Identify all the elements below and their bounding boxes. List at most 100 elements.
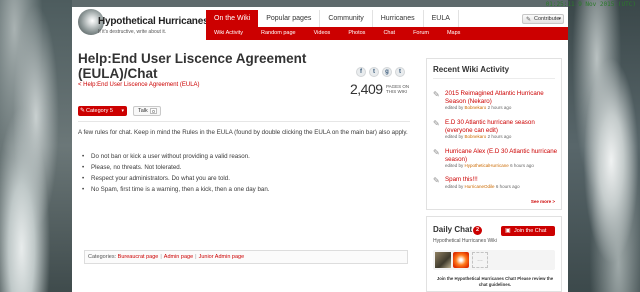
wiki-nav-tabs: On the Wiki Popular pages Community Hurr…	[206, 10, 459, 27]
activity-link[interactable]: E.D 30 Atlantic hurricane season (everyo…	[445, 119, 559, 134]
bullet-icon: •	[82, 175, 85, 182]
category-link-junior-admin[interactable]: Junior Admin page	[199, 254, 245, 260]
activity-time: 2 hours ago	[487, 134, 512, 139]
subnav-chat[interactable]: Chat	[374, 27, 404, 40]
activity-link[interactable]: 2015 Reimagined Atlantic Hurricane Seaso…	[445, 90, 559, 105]
daily-chat-title: Daily Chat	[433, 225, 473, 234]
edit-icon: ✎	[433, 90, 440, 99]
activity-meta: edited by Bobnekaro 2 hours ago	[445, 134, 559, 140]
list-item: • Do not ban or kick a user without provi…	[82, 152, 412, 161]
page-title: Help:End User Liscence Agreement (EULA)/…	[78, 51, 307, 81]
wiki-subnav: Wiki Activity Random page Videos Photos …	[206, 27, 568, 40]
background-left	[0, 0, 72, 292]
join-chat-button[interactable]: ▣ Join the Chat	[501, 226, 555, 236]
tumblr-icon[interactable]: t	[395, 67, 405, 77]
subnav-videos[interactable]: Videos	[305, 27, 340, 40]
activity-user[interactable]: Bobnekaro	[465, 105, 487, 110]
chat-user-count-badge: 2	[473, 226, 482, 235]
edit-icon: ✎	[433, 119, 440, 128]
activity-user[interactable]: HypotheticalHurricane	[465, 163, 509, 168]
join-chat-label: Join the Chat	[514, 228, 547, 234]
chat-bubble-icon: ▣	[505, 228, 511, 234]
module-divider	[433, 78, 555, 79]
category-link-bureaucrat[interactable]: Bureaucrat page	[118, 254, 159, 260]
talk-count-badge: 0	[150, 108, 157, 114]
intro-paragraph: A few rules for chat. Keep in mind the R…	[78, 129, 408, 136]
edit-icon: ✎	[433, 148, 440, 157]
tab-on-the-wiki[interactable]: On the Wiki	[206, 10, 259, 27]
category-button[interactable]: ✎ Category 5 ▾	[78, 106, 127, 116]
category-button-label: Category 5	[86, 108, 113, 114]
category-link-admin[interactable]: Admin page	[164, 254, 193, 260]
rule-text: Do not ban or kick a user without provid…	[91, 153, 250, 160]
activity-meta: edited by Bobnekaro 2 hours ago	[445, 105, 559, 111]
google-plus-icon[interactable]: g	[382, 67, 392, 77]
avatar[interactable]	[453, 252, 469, 268]
list-item: • Please, no threats. Not tolerated.	[82, 163, 412, 172]
tab-hurricanes[interactable]: Hurricanes	[373, 10, 424, 27]
edit-icon: ✎	[433, 176, 440, 185]
more-users-icon: …	[472, 252, 488, 268]
subnav-photos[interactable]: Photos	[339, 27, 374, 40]
page-count-label: PAGES ON THIS WIKI	[386, 84, 410, 94]
page-counter: 2,409 PAGES ON THIS WIKI	[348, 81, 410, 97]
categories-label: Categories:	[88, 254, 117, 260]
rule-text: Please, no threats. Not tolerated.	[91, 164, 182, 171]
talk-button[interactable]: Talk 0	[133, 106, 161, 116]
bullet-icon: •	[82, 186, 85, 193]
activity-prefix: edited by	[445, 163, 464, 168]
wiki-wordmark[interactable]: Hypothetical Hurricanes If it's destruct…	[78, 9, 209, 39]
activity-item: ✎ E.D 30 Atlantic hurricane season (ever…	[433, 119, 559, 140]
subnav-forum[interactable]: Forum	[404, 27, 438, 40]
twitter-icon[interactable]: t	[369, 67, 379, 77]
page-count-number: 2,409	[350, 81, 383, 97]
background-right	[568, 0, 640, 292]
talk-button-label: Talk	[138, 108, 148, 114]
bullet-icon: •	[82, 164, 85, 171]
recent-activity-module: Recent Wiki Activity ✎ 2015 Reimagined A…	[426, 58, 562, 210]
chevron-down-icon: ▾	[558, 16, 561, 22]
category-separator: |	[195, 254, 197, 260]
activity-prefix: edited by	[445, 183, 464, 189]
breadcrumb[interactable]: < Help:End User Liscence Agreement (EULA…	[78, 82, 200, 88]
list-item: • No Spam, first time is a warning, then …	[82, 185, 412, 194]
subnav-random-page[interactable]: Random page	[252, 27, 305, 40]
facebook-icon[interactable]: f	[356, 67, 366, 77]
activity-item: ✎ 2015 Reimagined Atlantic Hurricane Sea…	[433, 90, 559, 111]
activity-link[interactable]: Hurricane Alex (E.D 30 Atlantic hurrican…	[445, 148, 559, 163]
chat-wiki-name: Hypothetical Hurricanes Wiki	[433, 238, 497, 244]
activity-meta: edited by HypotheticalHurricane 6 hours …	[445, 163, 559, 169]
chevron-down-icon: ▾	[121, 108, 124, 114]
activity-prefix: edited by	[445, 134, 464, 139]
wiki-tagline: If it's destructive, write about it.	[98, 29, 167, 35]
activity-item: ✎ Hurricane Alex (E.D 30 Atlantic hurric…	[433, 148, 559, 169]
recent-activity-title: Recent Wiki Activity	[433, 65, 510, 74]
activity-time: 6 hours ago	[495, 183, 520, 189]
rule-text: No Spam, first time is a warning, then a…	[91, 186, 270, 193]
tab-eula[interactable]: EULA	[424, 10, 459, 27]
activity-time: 6 hours ago	[510, 163, 534, 168]
contribute-label: Contribute	[534, 16, 560, 22]
activity-time: 2 hours ago	[487, 105, 512, 110]
activity-link[interactable]: Spam this!!!	[445, 176, 559, 184]
avatar[interactable]	[435, 252, 451, 268]
rule-text: Respect your administrators. Do what you…	[91, 175, 230, 182]
see-more-link[interactable]: See more >	[531, 199, 555, 204]
chat-rules-list: • Do not ban or kick a user without provi…	[82, 152, 412, 196]
wiki-page: Hypothetical Hurricanes If it's destruct…	[72, 7, 568, 292]
wiki-title: Hypothetical Hurricanes	[98, 16, 209, 27]
tab-popular-pages[interactable]: Popular pages	[258, 10, 321, 27]
edit-icon: ✎	[80, 108, 86, 114]
categories-box: Categories: Bureaucrat page | Admin page | J…	[84, 250, 408, 264]
bullet-icon: •	[82, 153, 85, 160]
social-share-buttons: f t g t	[356, 67, 405, 77]
activity-user[interactable]: Bobnekaro	[465, 134, 487, 139]
subnav-maps[interactable]: Maps	[438, 27, 469, 40]
activity-user[interactable]: HurricaneOdile	[465, 184, 495, 189]
subnav-wiki-activity[interactable]: Wiki Activity	[206, 27, 252, 40]
tab-community[interactable]: Community	[320, 10, 373, 27]
daily-chat-module: Daily Chat 2 ▣ Join the Chat Hypothetica…	[426, 216, 562, 292]
activity-item: ✎ Spam this!!! edited by HurricaneOdile …	[433, 176, 559, 190]
chat-user-avatars: …	[433, 250, 555, 270]
contribute-button[interactable]: ✎ Contribute ▾	[522, 14, 564, 24]
